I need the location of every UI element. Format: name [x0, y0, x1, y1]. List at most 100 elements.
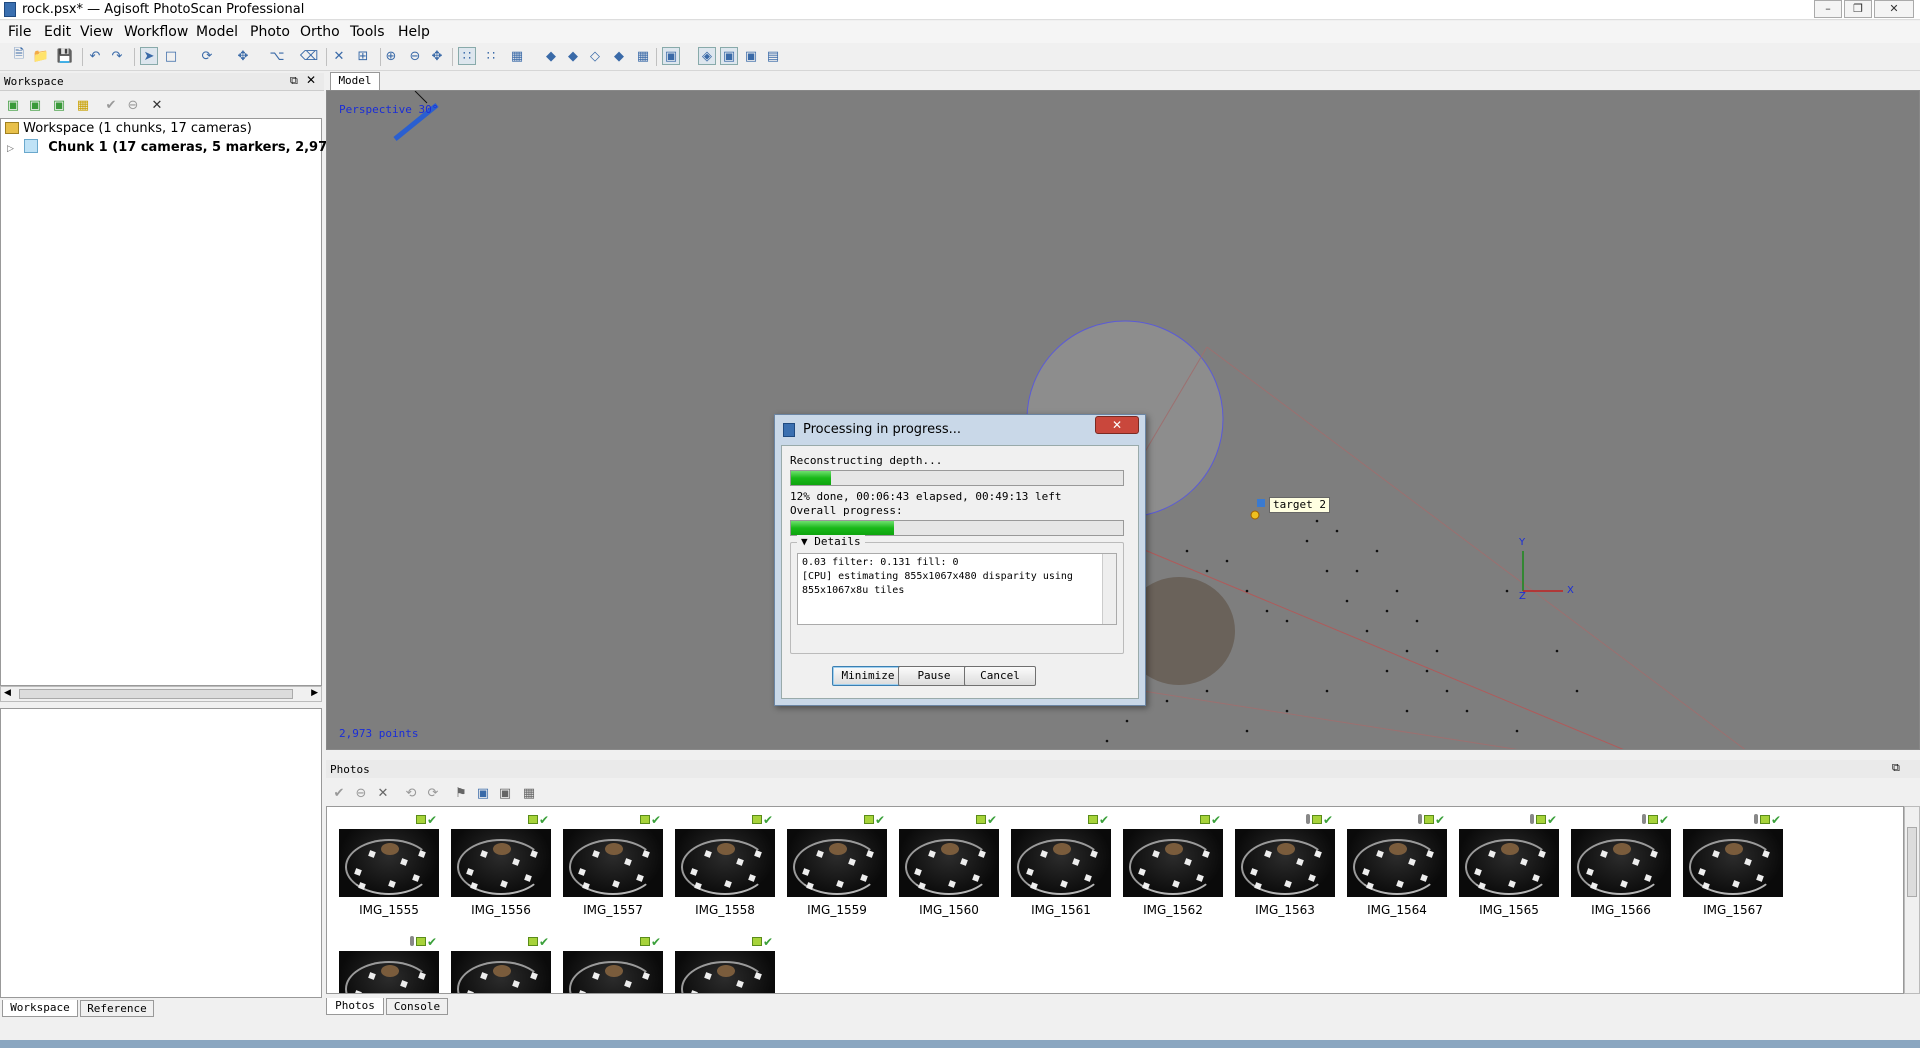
- new-file-icon[interactable]: 🗎: [10, 47, 28, 65]
- menu-edit[interactable]: Edit: [44, 24, 71, 40]
- menu-file[interactable]: File: [8, 24, 31, 40]
- photo-caption: IMG_1564: [1367, 903, 1427, 917]
- scroll-thumb[interactable]: [1907, 827, 1917, 897]
- photo-caption: IMG_1567: [1703, 903, 1763, 917]
- expand-arrow-icon[interactable]: ▷: [7, 144, 14, 154]
- menu-tools[interactable]: Tools: [350, 24, 385, 40]
- photo-image: [563, 951, 663, 993]
- rotate-left-icon[interactable]: ⟲: [402, 784, 420, 802]
- add-photos-icon[interactable]: ▣: [26, 96, 44, 114]
- ruler-icon[interactable]: ⌥: [268, 47, 286, 65]
- rotate-object-icon[interactable]: ⟳: [198, 47, 216, 65]
- select-pointer-icon[interactable]: ➤: [140, 47, 158, 65]
- flag-icon: [863, 815, 874, 824]
- workspace-horizontal-scrollbar[interactable]: ◀ ▶: [0, 686, 322, 702]
- save-icon[interactable]: 💾: [56, 47, 74, 65]
- pan-icon[interactable]: ✥: [428, 47, 446, 65]
- enable-camera-icon[interactable]: ✔: [330, 784, 348, 802]
- eraser-icon[interactable]: ⌫: [300, 47, 318, 65]
- crop-icon[interactable]: ⊞: [354, 47, 372, 65]
- zoom-out-icon[interactable]: ⊖: [406, 47, 424, 65]
- close-window-button[interactable]: ✕: [1874, 0, 1914, 18]
- overall-label: Overall progress:: [790, 504, 903, 517]
- menu-view[interactable]: View: [80, 24, 113, 40]
- point-cloud-icon[interactable]: ∷: [458, 47, 476, 65]
- tab-workspace[interactable]: Workspace: [2, 1000, 78, 1017]
- disable-camera-icon[interactable]: ⊖: [352, 784, 370, 802]
- stage-progress-bar: [790, 470, 1124, 486]
- tab-photos[interactable]: Photos: [326, 998, 384, 1015]
- workspace-root-item[interactable]: Workspace (1 chunks, 17 cameras): [5, 121, 252, 136]
- add-chunk-icon[interactable]: ▣: [4, 96, 22, 114]
- show-markers-icon[interactable]: ▣: [720, 47, 738, 65]
- textured-model-icon[interactable]: ◆: [610, 47, 628, 65]
- menu-help[interactable]: Help: [398, 24, 430, 40]
- check-icon: ✔: [1210, 813, 1221, 827]
- remove-camera-icon[interactable]: ✕: [374, 784, 392, 802]
- dialog-body: Reconstructing depth... 12% done, 00:06:…: [781, 445, 1139, 699]
- details-toggle[interactable]: ▼ Details: [797, 535, 865, 548]
- photo-image: [1235, 829, 1335, 897]
- show-region-icon[interactable]: ◈: [698, 47, 716, 65]
- photo-caption: IMG_1560: [919, 903, 979, 917]
- menu-photo[interactable]: Photo: [250, 24, 290, 40]
- menu-model[interactable]: Model: [196, 24, 238, 40]
- show-images-icon[interactable]: ▣: [496, 784, 514, 802]
- delete-selection-icon[interactable]: ✕: [330, 47, 348, 65]
- pause-button[interactable]: Pause: [898, 666, 970, 686]
- main-toolbar: 🗎 📁 💾 ↶ ↷ ➤ □ ⟳ ✥ ⌥ ⌫ ✕ ⊞ ⊕ ⊖ ✥ ∷ ∷ ▦ ◆ …: [0, 43, 1920, 71]
- dialog-title: Processing in progress...: [803, 422, 962, 437]
- zoom-in-icon[interactable]: ⊕: [382, 47, 400, 65]
- photo-image: [451, 829, 551, 897]
- photo-image: [451, 951, 551, 993]
- shaded-model-icon[interactable]: ◆: [542, 47, 560, 65]
- merge-chunks-icon[interactable]: ▦: [74, 96, 92, 114]
- menu-ortho[interactable]: Ortho: [300, 24, 340, 40]
- open-folder-icon[interactable]: 📁: [32, 47, 50, 65]
- scroll-thumb[interactable]: [19, 689, 293, 699]
- flag-icon: [639, 815, 650, 824]
- photos-vertical-scrollbar[interactable]: [1904, 806, 1920, 994]
- enable-icon[interactable]: ✔: [102, 96, 120, 114]
- show-cameras-icon[interactable]: ▣: [662, 47, 680, 65]
- cancel-button[interactable]: Cancel: [964, 666, 1036, 686]
- tiled-model-icon[interactable]: ▦: [634, 47, 652, 65]
- photo-caption: IMG_1566: [1591, 903, 1651, 917]
- menu-workflow[interactable]: Workflow: [124, 24, 188, 40]
- dialog-close-button[interactable]: ✕: [1095, 416, 1139, 434]
- move-object-icon[interactable]: ✥: [234, 47, 252, 65]
- undo-icon[interactable]: ↶: [86, 47, 104, 65]
- float-panel-icon[interactable]: ⧉: [1892, 761, 1900, 775]
- tab-model[interactable]: Model: [330, 72, 380, 90]
- minimize-window-button[interactable]: –: [1814, 0, 1842, 18]
- mesh-icon[interactable]: ▦: [508, 47, 526, 65]
- photo-caption: IMG_1558: [695, 903, 755, 917]
- rotate-right-icon[interactable]: ⟳: [424, 784, 442, 802]
- rect-select-icon[interactable]: □: [162, 47, 180, 65]
- view-mode-icon[interactable]: ▦: [520, 784, 538, 802]
- flag-icon: [1647, 815, 1658, 824]
- close-panel-icon[interactable]: ✕: [306, 73, 316, 87]
- grid-icon[interactable]: ▤: [764, 47, 782, 65]
- photos-panel-header: Photos ⧉: [326, 760, 1920, 778]
- dense-cloud-icon[interactable]: ∷: [482, 47, 500, 65]
- camera-status-icons: ✔: [751, 813, 773, 827]
- reset-filter-icon[interactable]: ▣: [474, 784, 492, 802]
- show-aligned-chunks-icon[interactable]: ▣: [742, 47, 760, 65]
- float-panel-icon[interactable]: ⧉: [290, 74, 298, 88]
- minimize-button[interactable]: Minimize: [832, 666, 904, 686]
- remove-icon[interactable]: ✕: [148, 96, 166, 114]
- filter-icon[interactable]: ⚑: [452, 784, 470, 802]
- wireframe-icon[interactable]: ◇: [586, 47, 604, 65]
- add-folder-icon[interactable]: ▣: [50, 96, 68, 114]
- restore-window-button[interactable]: ❐: [1844, 0, 1872, 18]
- solid-model-icon[interactable]: ◆: [564, 47, 582, 65]
- disable-icon[interactable]: ⊖: [124, 96, 142, 114]
- tab-console[interactable]: Console: [386, 998, 448, 1015]
- camera-status-icons: ✔: [1199, 813, 1221, 827]
- properties-pane: [0, 708, 322, 998]
- log-scrollbar[interactable]: [1102, 554, 1116, 624]
- log-textbox[interactable]: 0.03 filter: 0.131 fill: 0 [CPU] estimat…: [797, 553, 1117, 625]
- redo-icon[interactable]: ↷: [108, 47, 126, 65]
- tab-reference[interactable]: Reference: [80, 1000, 154, 1017]
